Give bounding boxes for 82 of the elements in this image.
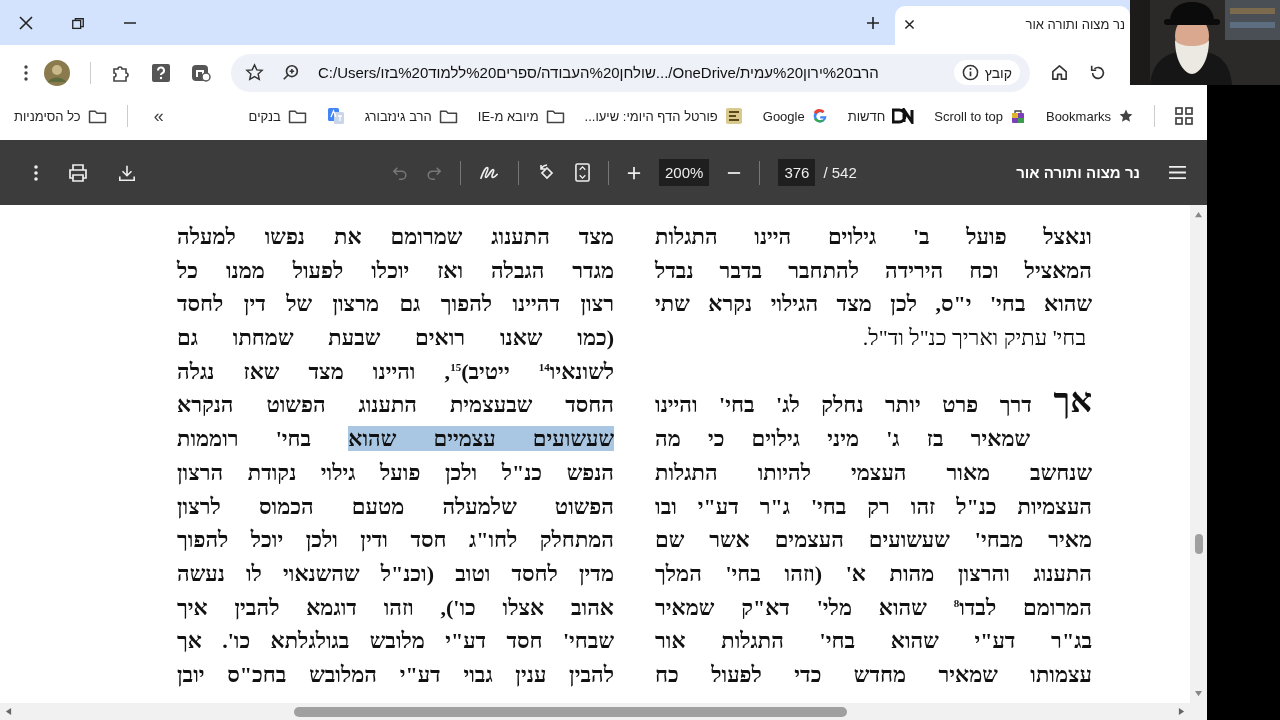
bookmark-item[interactable]: Bookmarks xyxy=(1045,108,1134,124)
text-line: בחי' עתיק ואריך כנ"ל וד"ל. xyxy=(861,324,1087,353)
vertical-scrollbar[interactable] xyxy=(1190,205,1207,703)
scroll-thumb[interactable] xyxy=(1194,534,1203,554)
page-icon xyxy=(724,107,743,125)
scroll-thumb[interactable] xyxy=(294,706,847,717)
close-tab-icon[interactable] xyxy=(903,18,916,31)
zoom-in-icon[interactable] xyxy=(627,165,641,180)
menu-icon[interactable] xyxy=(24,64,28,81)
text-line: החסד שבעצמית התענוג הפשוט הנקרא xyxy=(177,391,614,420)
page-number-field[interactable]: 376 xyxy=(778,159,816,186)
text-line: מצד התענוג שמרומם את נפשו למעלה xyxy=(177,223,614,251)
text-line: שהוא בחי' י"ס, לכן מצד הגילוי נקרא שתי xyxy=(655,290,1092,319)
text-line: (כמו שאנו רואים שבעת שמחתו גם xyxy=(177,324,614,353)
reload-icon[interactable] xyxy=(1089,63,1107,82)
zoom-field[interactable]: 200% xyxy=(659,159,710,186)
more-icon[interactable] xyxy=(34,164,38,181)
star-icon[interactable] xyxy=(245,63,264,82)
text-line: הפשוט שלמעלה מטעם הכמוס לרצון xyxy=(177,492,614,521)
g-logo-icon xyxy=(811,108,828,124)
bookmark-item[interactable]: מיובא מ-IE xyxy=(477,108,565,124)
home-icon[interactable] xyxy=(1050,63,1069,82)
zoom-icon[interactable] xyxy=(282,63,300,82)
print-icon[interactable] xyxy=(68,162,88,183)
bookmark-item[interactable]: חדשות xyxy=(847,108,915,124)
horizontal-scrollbar[interactable] xyxy=(0,703,1207,720)
text-line: בג"ר דע"י שהוא בחי' התגלות אור xyxy=(655,627,1092,656)
document-title: נר מצוה ותורה אור xyxy=(1016,164,1140,181)
text-line: עצמותו שמאיר מחדש כדי לפעול כח xyxy=(655,660,1092,689)
text-line: העצמיות כנ"ל זהו רק בחי' ג"ר דע"י ובו xyxy=(655,492,1092,521)
bookmark-item[interactable]: Scroll to top xyxy=(934,108,1026,124)
apps-grid-icon[interactable] xyxy=(1175,107,1193,125)
bookmark-item[interactable]: הרב גינזבורג xyxy=(364,108,458,124)
translate-icon xyxy=(326,107,345,125)
shopping-bag-icon xyxy=(1009,108,1026,124)
text-line: המאציל וכח הירידה להתחבר בדבר נבדל xyxy=(655,256,1092,285)
text-line: שמאיר בז ג' מיני גילוים כי מה xyxy=(655,425,1031,454)
address-bar[interactable]: C:/Users/שולחן%20העבודה/ספרים%20ללמוד%20בזו.../OneDrive/הרב%20ירון%20עמית קובץ xyxy=(231,53,1030,92)
text-line: מגדר הגבלה ואז יוכלו לפעול ממנו כל xyxy=(177,256,614,285)
scroll-down-icon[interactable] xyxy=(1194,690,1203,697)
more-bookmarks-button[interactable]: » xyxy=(153,105,164,127)
text-line: שעשועים עצמיים שהוא בחי' רוממות xyxy=(177,425,614,454)
info-icon xyxy=(961,64,979,81)
site-info-chip[interactable]: קובץ xyxy=(953,60,1020,85)
folder-icon xyxy=(545,108,565,124)
restore-icon[interactable] xyxy=(71,17,85,31)
download-icon[interactable] xyxy=(118,163,136,182)
bookmark-item[interactable]: בנקים xyxy=(248,108,307,124)
text-line: שנחשב מאור העצמי להיותו התגלות xyxy=(655,458,1092,487)
scroll-up-icon[interactable] xyxy=(1194,211,1203,218)
text-line: רצון דהיינו להפוך גם מרצון של דין לחסד xyxy=(177,290,614,319)
text-line: מדין לחסד וטוב (וכנ"ל שהשנאוי לו נעשה xyxy=(177,559,614,588)
extension-icon[interactable] xyxy=(191,62,211,83)
text-line: אך דרך פרט יותר נחלק לג' בחי' והיינו xyxy=(655,388,1092,422)
scroll-right-icon[interactable] xyxy=(1178,707,1185,716)
bookmark-item[interactable]: כל הסימניות xyxy=(14,108,107,124)
fit-page-icon[interactable] xyxy=(575,163,590,182)
text-line: התענוג והרצון מהות א' (וזהו בחי' המלך xyxy=(655,559,1092,588)
new-tab-icon[interactable] xyxy=(865,15,881,31)
text-line: המתחלק לחו"ג חסד ודין ולכן יוכל להפוך xyxy=(177,526,614,555)
close-icon[interactable] xyxy=(18,15,34,31)
folder-icon xyxy=(438,108,458,124)
text-line: ונאצל פועל ב' גילוים היינו התגלות xyxy=(655,223,1092,251)
menu-icon[interactable] xyxy=(1168,165,1187,180)
text-line: שבחי' חסד דע"י מלובש בגולגלתא כו'. אך xyxy=(177,627,614,656)
star-icon xyxy=(1118,108,1134,124)
url-text: C:/Users/שולחן%20העבודה/ספרים%20ללמוד%20בזו.../OneDrive/הרב%20ירון%20עמית xyxy=(318,64,880,81)
avatar-icon[interactable] xyxy=(44,59,70,86)
page-count: / 542 xyxy=(823,164,857,181)
bookmark-item[interactable]: פורטל הדף היומי: שיעו... xyxy=(584,107,743,125)
text-line: מאיר מבחי' שעשועים העצמים אשר שם xyxy=(655,526,1092,555)
text-line: אהוב אצלו כו'), וזהו דוגמא להבין איך xyxy=(177,593,614,622)
help-icon[interactable] xyxy=(151,62,171,83)
text-line: הנפש כנ"ל ולכן פועל גילוי נקודת הרצון xyxy=(177,458,614,487)
folder-icon xyxy=(87,108,107,124)
folder-icon xyxy=(287,108,307,124)
browser-tab[interactable]: נר מצוה ותורה אור xyxy=(895,6,1130,45)
scroll-left-icon[interactable] xyxy=(5,707,12,716)
letters-logo-icon xyxy=(892,108,915,124)
text-line: להבין ענין גבוי דע"י המלובש בחכ"ס יובן xyxy=(177,660,614,689)
bookmark-item[interactable] xyxy=(326,107,345,125)
bookmark-item[interactable]: Google xyxy=(762,108,828,124)
